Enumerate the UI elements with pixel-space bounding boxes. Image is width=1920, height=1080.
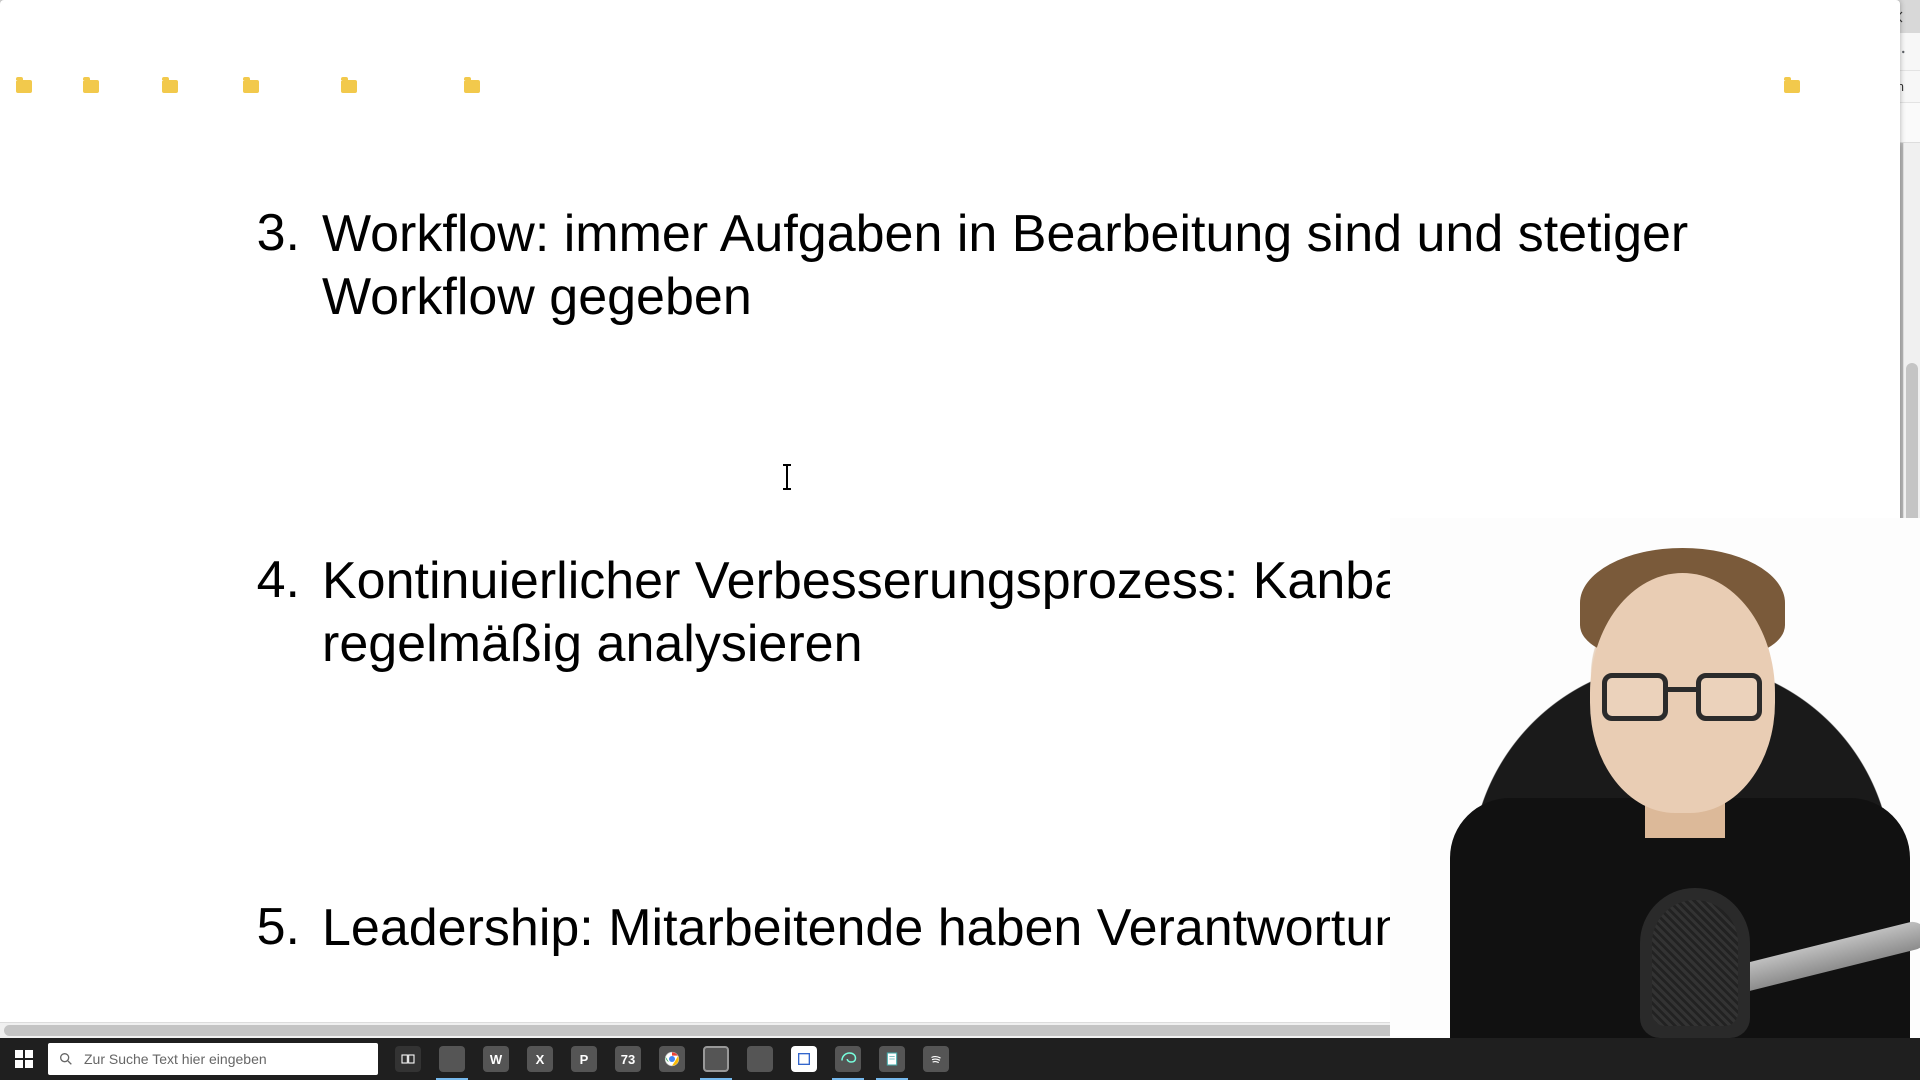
spotify-icon xyxy=(923,1046,949,1072)
taskbar-apps: W X P 73 xyxy=(386,1038,958,1080)
list-text: Leadership: Mitarbeitende haben Verantwo… xyxy=(322,897,1538,960)
app-icon xyxy=(747,1046,773,1072)
weather-icon: 73 xyxy=(615,1046,641,1072)
task-app-2[interactable] xyxy=(782,1038,826,1080)
list-number: 3. xyxy=(245,203,300,330)
task-spotify[interactable] xyxy=(914,1038,958,1080)
task-powerpoint[interactable]: P xyxy=(562,1038,606,1080)
folder-icon xyxy=(341,80,357,93)
folder-icon xyxy=(243,80,259,93)
windows-taskbar: Zur Suche Text hier eingeben W X P 73 xyxy=(0,1038,1920,1080)
word-icon: W xyxy=(483,1046,509,1072)
app-icon xyxy=(791,1046,817,1072)
task-word[interactable]: W xyxy=(474,1038,518,1080)
obs-icon xyxy=(703,1046,729,1072)
list-text: Workflow: immer Aufgaben in Bearbeitung … xyxy=(322,203,1780,330)
taskview-button[interactable] xyxy=(386,1038,430,1080)
task-edge[interactable] xyxy=(826,1038,870,1080)
search-icon xyxy=(58,1051,74,1067)
list-item: 3. Workflow: immer Aufgaben in Bearbeitu… xyxy=(245,203,1780,330)
notepad-icon xyxy=(879,1046,905,1072)
bookmarks-bar: Produktsuche - Mer… Blog Später Lernen K… xyxy=(0,71,1920,103)
edge-icon xyxy=(835,1046,861,1072)
chrome-icon xyxy=(659,1046,685,1072)
task-weather[interactable]: 73 xyxy=(606,1038,650,1080)
powerpoint-icon: P xyxy=(571,1046,597,1072)
task-excel[interactable]: X xyxy=(518,1038,562,1080)
task-chrome[interactable] xyxy=(650,1038,694,1080)
task-notepad[interactable] xyxy=(870,1038,914,1080)
list-number: 5. xyxy=(245,897,300,960)
webcam-overlay xyxy=(1390,518,1920,1038)
task-explorer[interactable] xyxy=(430,1038,474,1080)
task-app-1[interactable] xyxy=(738,1038,782,1080)
windows-logo-icon xyxy=(15,1050,33,1068)
taskbar-search[interactable]: Zur Suche Text hier eingeben xyxy=(48,1043,378,1075)
task-obs[interactable] xyxy=(694,1038,738,1080)
excel-icon: X xyxy=(527,1046,553,1072)
folder-icon xyxy=(83,80,99,93)
start-button[interactable] xyxy=(0,1038,48,1080)
text-cursor-icon xyxy=(786,465,788,489)
folder-icon xyxy=(464,80,480,93)
file-explorer-icon xyxy=(439,1046,465,1072)
taskbar-search-placeholder: Zur Suche Text hier eingeben xyxy=(84,1051,267,1067)
folder-icon xyxy=(162,80,178,93)
folder-icon xyxy=(1784,80,1800,93)
list-number: 4. xyxy=(245,550,300,677)
folder-icon xyxy=(16,80,32,93)
